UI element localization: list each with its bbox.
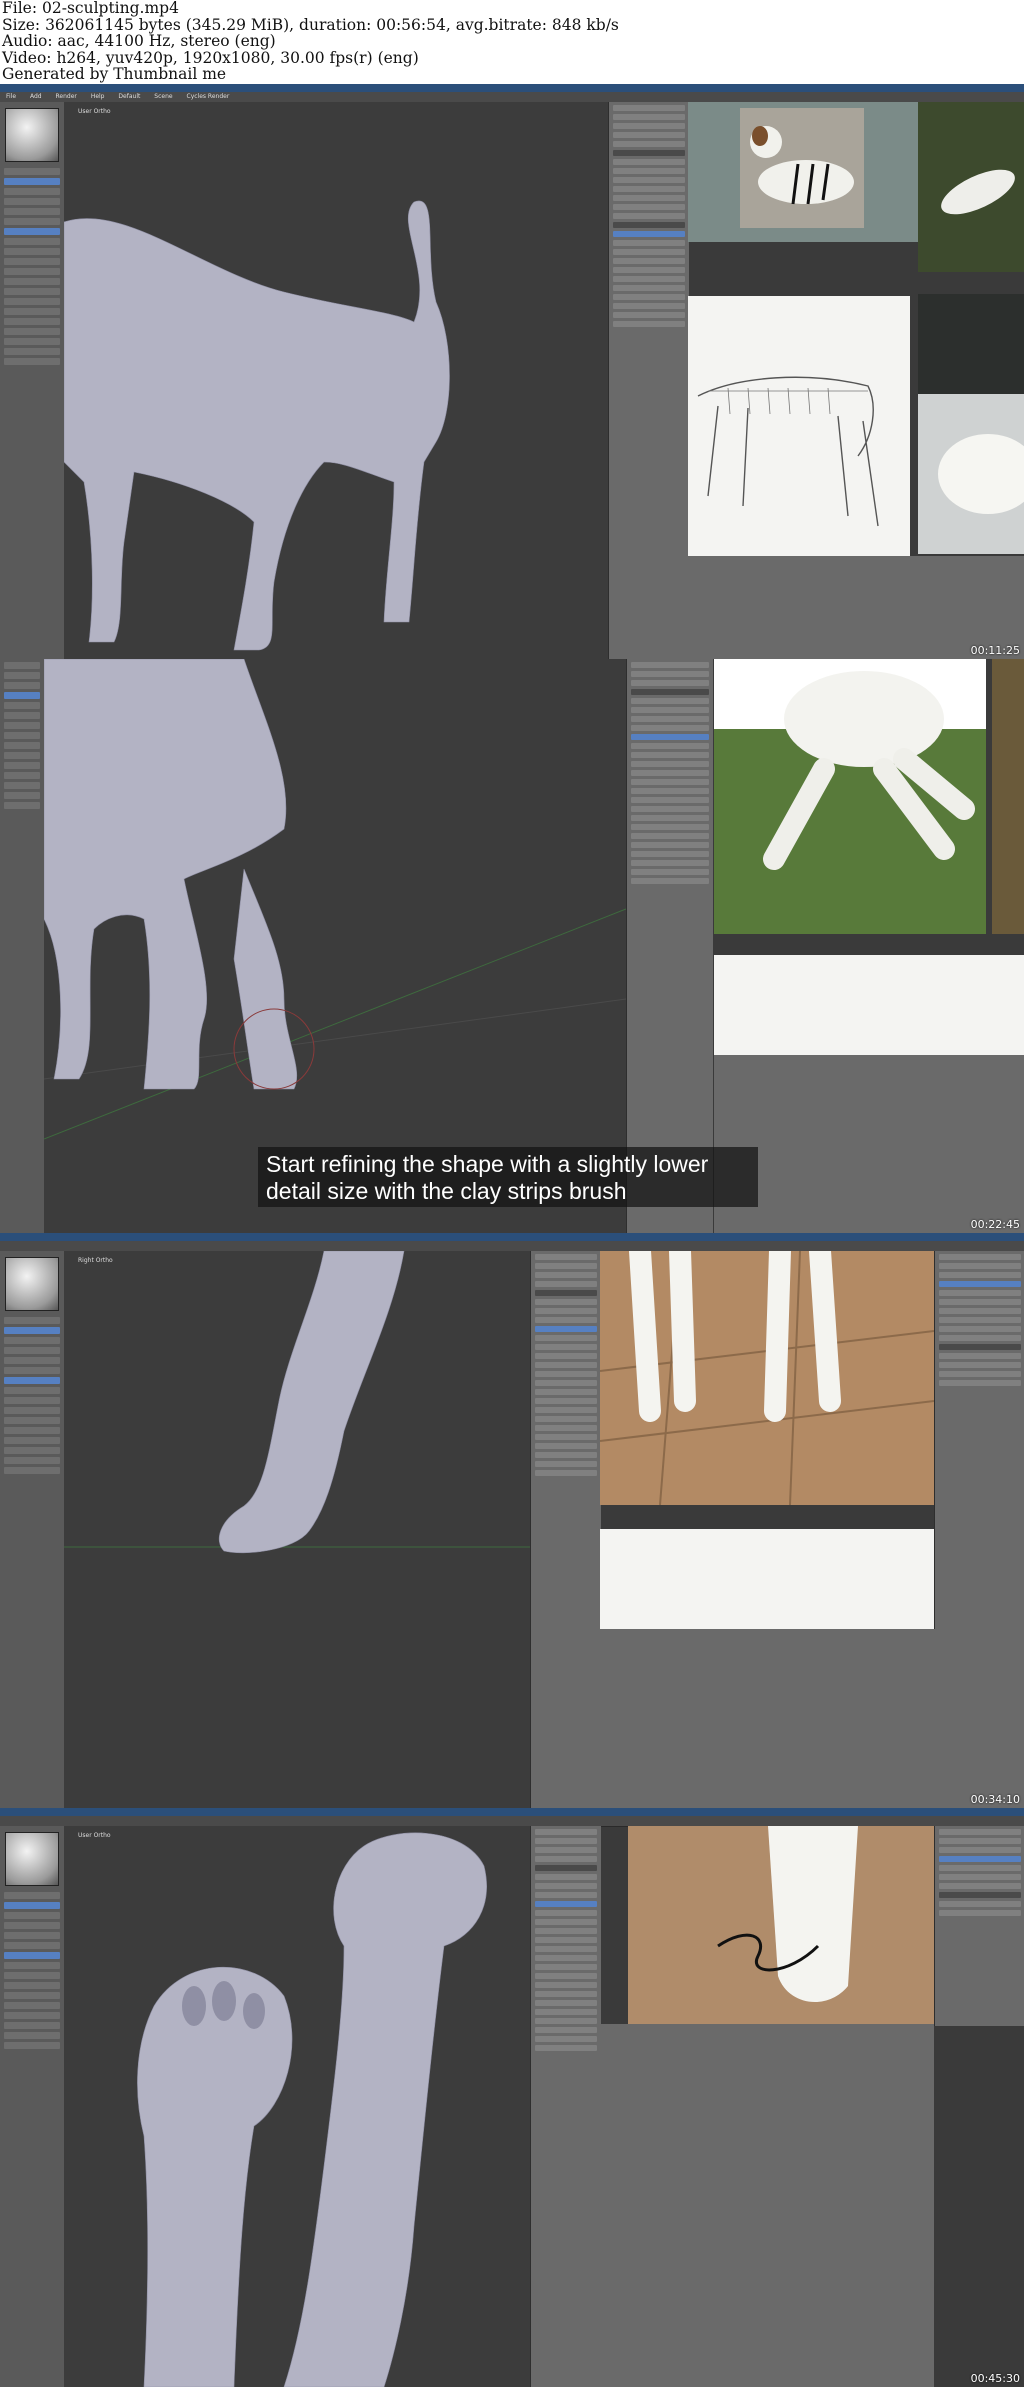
image-properties-panel [934,1251,1024,1629]
reference-photo-dog-snow [918,294,1024,554]
frame-timestamp: 00:11:25 [970,644,1020,657]
frame-timestamp: 00:45:30 [970,2372,1020,2385]
properties-panel [530,1251,601,1808]
image-editor-header [600,2024,934,2387]
file-info-header: File: 02-sculpting.mp4 Size: 362061145 b… [0,0,1024,84]
3d-viewport[interactable]: User Ortho [64,1826,530,2387]
render-engine-select[interactable]: Cycles Render [181,93,236,100]
menu-add[interactable]: Add [24,93,48,100]
tool-shelf [0,1826,65,2387]
reference-photo-dog-jumping [918,102,1024,272]
audio-info: Audio: aac, 44100 Hz, stereo (eng) [2,32,276,51]
reference-paper-blank [600,1529,934,1629]
tool-shelf [0,659,45,1233]
image-properties-panel [934,1826,1024,2026]
viewport-label: Right Ortho [78,1257,113,1264]
menu-help[interactable]: Help [85,93,111,100]
reference-photo-dog-harness [688,102,918,242]
video-frame-3: Right Ortho 00:34:10 [0,1233,1024,1808]
brush-thumbnail-icon[interactable] [5,108,59,162]
reference-photo-dog-paw-drawing [628,1826,934,2024]
menu-render[interactable]: Render [50,93,83,100]
video-frame-1: File Add Render Help Default Scene Cycle… [0,84,1024,659]
3d-viewport[interactable]: User Ortho [64,102,608,659]
reference-photo-edge [992,659,1024,934]
viewport-label: User Ortho [78,108,111,115]
viewport-label: User Ortho [78,1832,111,1839]
properties-panel [608,102,689,659]
video-info: Video: h264, yuv420p, 1920x1080, 30.00 f… [2,48,419,67]
reference-skeleton-sketch [688,296,910,556]
frame-timestamp: 00:22:45 [970,1218,1020,1231]
properties-panel [530,1826,601,2387]
layout-select[interactable]: Default [112,93,146,100]
frame-timestamp: 00:34:10 [970,1793,1020,1806]
3d-viewport[interactable]: Right Ortho [64,1251,530,1808]
tool-shelf [0,102,65,659]
brush-thumbnail-icon[interactable] [5,1832,59,1886]
properties-editor [600,1629,1024,1808]
dog-sculpt-mesh [64,200,450,651]
video-frame-4: User Ortho 00:45:30 [0,1808,1024,2387]
window-titlebar [0,1233,1024,1241]
reference-photo-dog-running [714,659,986,934]
tutorial-caption: Start refining the shape with a slightly… [258,1147,758,1207]
menu-file[interactable]: File [0,93,22,100]
window-titlebar [0,84,1024,92]
properties-editor [714,1055,1024,1233]
brush-thumbnail-icon[interactable] [5,1257,59,1311]
scene-select[interactable]: Scene [148,93,178,100]
reference-photo-dog-legs-tiles [600,1251,934,1505]
file-size: Size: 362061145 bytes (345.29 MiB), dura… [2,15,619,34]
reference-paper-blank [714,955,1024,1055]
generator-info: Generated by Thumbnail me [2,65,227,84]
window-titlebar [0,1808,1024,1816]
dog-toes-sculpt-mesh [137,1832,487,2387]
file-name: File: 02-sculpting.mp4 [2,0,179,17]
dog-paw-sculpt-mesh [64,1251,530,1554]
tool-shelf [0,1251,65,1808]
